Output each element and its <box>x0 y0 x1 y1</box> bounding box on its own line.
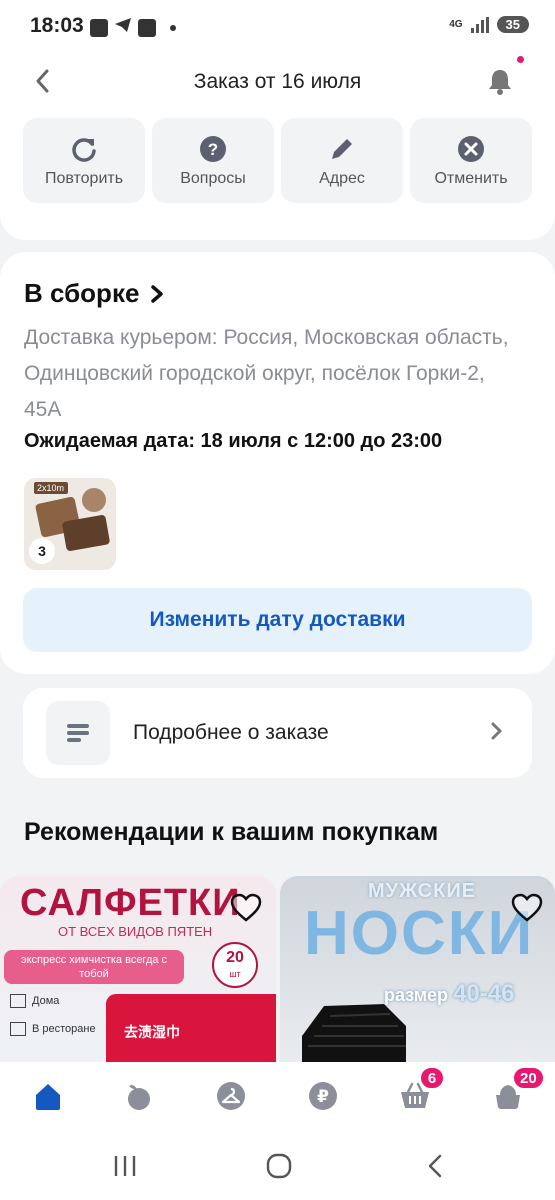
apple-icon <box>128 1085 150 1110</box>
status-time: 18:03 <box>30 14 84 37</box>
orders-badge: 20 <box>512 1066 545 1090</box>
ruble-icon: ₽ <box>309 1082 337 1110</box>
wipes-package: 去渍湿巾 <box>106 994 276 1062</box>
tab-orders[interactable]: 20 <box>488 1066 545 1116</box>
network-type: 4G <box>449 18 463 30</box>
favorite-heart-icon[interactable] <box>230 892 262 924</box>
tab-home[interactable] <box>28 1076 68 1116</box>
system-navigation-bar <box>0 1130 555 1200</box>
tab-catalog[interactable] <box>118 1076 158 1116</box>
bottom-tab-bar: ₽ 6 20 <box>0 1062 555 1130</box>
system-indicators: 4G 35 <box>449 16 529 33</box>
tab-cart[interactable]: 6 <box>395 1066 445 1116</box>
change-delivery-date-button[interactable]: Изменить дату доставки <box>23 588 532 652</box>
order-status-link[interactable]: В сборке <box>24 278 165 309</box>
wipes-subline: ОТ ВСЕХ ВИДОВ ПЯТЕН <box>58 924 213 939</box>
list-icon <box>67 724 89 742</box>
chevron-right-icon <box>491 722 502 740</box>
chevron-right-icon <box>151 284 164 303</box>
socks-image <box>302 1004 406 1062</box>
wipes-count-badge: 20 шт <box>212 942 258 988</box>
order-status-card: В сборке Доставка курьером: Россия, Моск… <box>0 252 555 674</box>
repeat-label: Повторить <box>44 169 124 187</box>
tab-payments[interactable]: ₽ <box>303 1076 343 1116</box>
product-card-socks[interactable]: МУЖСКИЕ НОСКИ размер 40-46 <box>280 876 555 1062</box>
repeat-icon <box>72 137 96 162</box>
recommendations-title: Рекомендации к вашим покупкам <box>24 818 439 846</box>
telegram-icon <box>114 16 132 39</box>
delivery-address: Доставка курьером: Россия, Московская об… <box>24 326 509 421</box>
expected-date: Ожидаемая дата: 18 июля с 12:00 до 23:00 <box>24 430 443 452</box>
wipes-pill: экспресс химчистка всегда с тобой <box>4 950 184 984</box>
item-quantity-badge: 3 <box>29 538 55 564</box>
home-circle-icon <box>266 1153 292 1179</box>
cancel-order-button[interactable]: Отменить <box>410 118 532 203</box>
wipes-pack-text: 去渍湿巾 <box>124 1024 180 1040</box>
wipes-line-restaurant: В ресторане <box>10 1022 96 1036</box>
notification-dot <box>517 56 524 63</box>
wipes-line-home: Дома <box>10 994 59 1008</box>
battery-indicator: 35 <box>496 16 529 33</box>
details-icon-wrap <box>46 701 110 765</box>
socks-headline: НОСКИ <box>304 899 535 968</box>
back-arrow-icon <box>428 1154 442 1178</box>
order-details-link[interactable]: Подробнее о заказе <box>23 688 532 778</box>
notifications-button[interactable] <box>485 66 515 96</box>
house-icon <box>10 994 26 1008</box>
home-system-button[interactable] <box>264 1152 294 1180</box>
svg-text:₽: ₽ <box>317 1087 329 1107</box>
svg-text:?: ? <box>208 140 218 159</box>
order-item-thumbnail[interactable]: 2x10m 3 <box>24 478 116 570</box>
favorite-heart-icon[interactable] <box>511 892 543 924</box>
hanger-icon <box>217 1082 245 1110</box>
wipes-count: 20 <box>226 949 244 966</box>
gallery-icon <box>138 18 156 37</box>
back-system-button[interactable] <box>420 1152 450 1180</box>
order-status: В сборке <box>24 278 140 308</box>
page-title: Заказ от 16 июля <box>193 70 362 93</box>
recent-apps-button[interactable] <box>110 1152 140 1180</box>
thumb-label: 2x10m <box>37 483 65 493</box>
status-bar: 18:03 4G 35 <box>0 0 555 52</box>
repeat-order-button[interactable]: Повторить <box>23 118 145 203</box>
recents-icon <box>114 1156 136 1176</box>
socks-size-value: 40-46 <box>453 980 515 1007</box>
signal-icon <box>470 16 489 33</box>
question-icon: ? <box>200 135 226 162</box>
cart-badge: 6 <box>419 1066 445 1090</box>
cancel-label: Отменить <box>434 169 508 187</box>
cancel-icon <box>458 135 484 162</box>
pencil-icon <box>332 138 352 159</box>
home-icon <box>36 1084 60 1110</box>
tab-profile[interactable] <box>211 1076 251 1116</box>
order-header-card: Заказ от 16 июля Повторить ? Вопросы Адр… <box>0 52 555 240</box>
address-button[interactable]: Адрес <box>281 118 403 203</box>
order-actions: Повторить ? Вопросы Адрес Отменить <box>23 118 532 203</box>
wipes-count-unit: шт <box>229 969 241 979</box>
details-label: Подробнее о заказе <box>133 721 329 744</box>
shield-icon <box>90 18 108 37</box>
product-card-wipes[interactable]: САЛФЕТКИ ОТ ВСЕХ ВИДОВ ПЯТЕН экспресс хи… <box>0 876 276 1062</box>
questions-label: Вопросы <box>180 169 246 187</box>
notification-icons <box>90 16 176 39</box>
restaurant-icon <box>10 1022 26 1036</box>
recommendations-row: САЛФЕТКИ ОТ ВСЕХ ВИДОВ ПЯТЕН экспресс хи… <box>0 876 555 1062</box>
more-dot-icon <box>170 24 176 31</box>
bell-icon <box>489 70 511 95</box>
questions-button[interactable]: ? Вопросы <box>152 118 274 203</box>
wipes-headline: САЛФЕТКИ <box>20 882 241 924</box>
address-label: Адрес <box>319 169 365 187</box>
